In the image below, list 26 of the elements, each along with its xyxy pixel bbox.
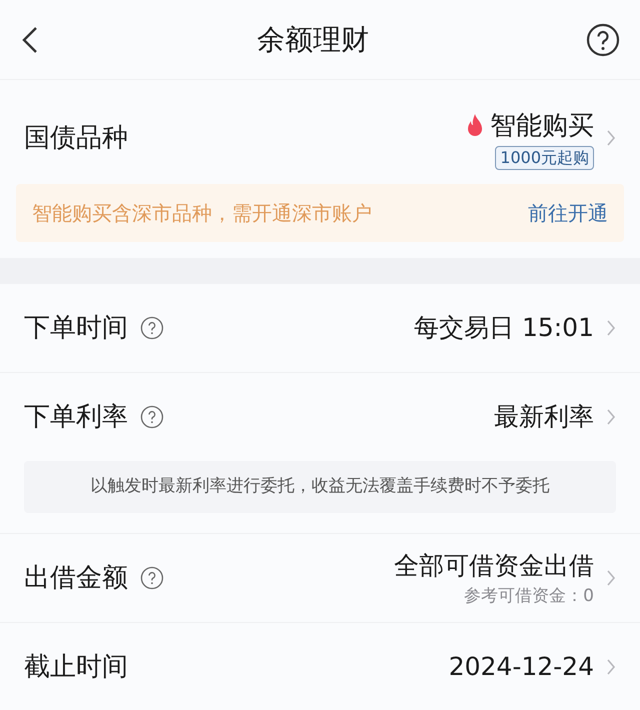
row-value: 智能购买 (490, 110, 594, 142)
row-label: 下单时间 (24, 312, 128, 344)
row-value: 每交易日 15:01 (414, 312, 594, 344)
row-value: 最新利率 (494, 401, 594, 434)
chevron-right-icon (606, 407, 616, 427)
notice-text: 智能购买含深市品种，需开通深市账户 (32, 200, 372, 227)
help-icon[interactable] (586, 22, 620, 56)
row-label: 截止时间 (24, 650, 128, 684)
help-icon[interactable] (140, 316, 164, 340)
back-icon[interactable] (20, 24, 40, 54)
chevron-right-icon (606, 318, 616, 338)
chevron-right-icon (606, 128, 616, 148)
help-icon[interactable] (140, 405, 164, 429)
row-label: 出借金额 (24, 562, 128, 594)
help-icon[interactable] (140, 566, 164, 590)
row-subtext: 参考可借资金：0 (464, 585, 594, 608)
row-value: 2024-12-24 (448, 651, 594, 684)
page-title: 余额理财 (257, 22, 369, 58)
row-label: 下单利率 (24, 400, 128, 434)
chevron-right-icon (606, 657, 616, 677)
chevron-right-icon (606, 568, 616, 588)
row-label: 国债品种 (24, 122, 128, 154)
info-note: 以触发时最新利率进行委托，收益无法覆盖手续费时不予委托 (24, 461, 616, 513)
price-badge: 1000元起购 (495, 146, 594, 170)
row-value: 全部可借资金出借 (394, 550, 594, 582)
open-link[interactable]: 前往开通 (528, 198, 608, 228)
